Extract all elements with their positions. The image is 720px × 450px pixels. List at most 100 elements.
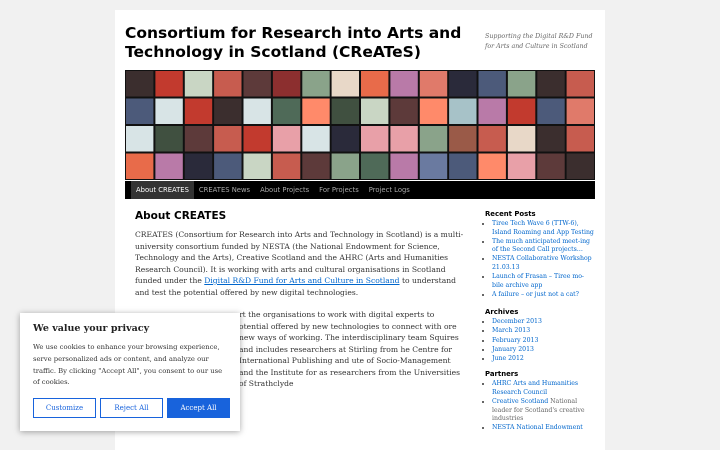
recent-post-item: Tiree Tech Wave 6 (TTW-6), Island Roamin… — [492, 220, 595, 237]
archive-link[interactable]: June 2012 — [492, 355, 524, 362]
archive-link[interactable]: December 2013 — [492, 318, 542, 325]
partner-link[interactable]: NESTA National Endowment — [492, 424, 583, 431]
mosaic-tile — [507, 71, 536, 97]
mosaic-tile — [214, 153, 242, 179]
cookie-message: We use cookies to enhance your browsing … — [33, 343, 223, 387]
reject-all-button[interactable]: Reject All — [100, 398, 163, 418]
sidebar: Recent Posts Tiree Tech Wave 6 (TTW-6), … — [485, 210, 595, 442]
mosaic-tile — [390, 98, 418, 124]
mosaic-tile — [214, 98, 242, 124]
recent-post-link[interactable]: Tiree Tech Wave 6 (TTW-6), Island Roamin… — [492, 220, 594, 236]
mosaic-tile — [331, 98, 359, 124]
archive-link[interactable]: March 2013 — [492, 327, 530, 334]
partner-item: AHRC Arts and Humanities Research Counci… — [492, 380, 595, 397]
recent-posts-widget: Recent Posts Tiree Tech Wave 6 (TTW-6), … — [485, 210, 595, 299]
mosaic-tile — [155, 71, 183, 97]
archives-widget: Archives December 2013 March 2013 Februa… — [485, 308, 595, 363]
mosaic-tile — [302, 126, 330, 152]
cookie-buttons: Customize Reject All Accept All — [33, 398, 230, 418]
mosaic-tile — [449, 153, 477, 179]
mosaic-tile — [126, 71, 154, 97]
recent-posts-title: Recent Posts — [485, 210, 536, 218]
nav-item-about-creates[interactable]: About CREATES — [131, 181, 194, 199]
header-image — [125, 70, 595, 180]
mosaic-tile — [419, 153, 448, 179]
mosaic-tile — [449, 98, 477, 124]
mosaic-tile — [155, 98, 183, 124]
mosaic-tile — [537, 71, 565, 97]
mosaic-tile — [272, 153, 301, 179]
recent-post-link[interactable]: Launch of Frasan – Tiree mo-bile archive… — [492, 273, 584, 289]
mosaic-tile — [272, 71, 301, 97]
archive-item: January 2013 — [492, 346, 595, 355]
mosaic-tile — [566, 153, 594, 179]
main-nav: About CREATES CREATES News About Project… — [125, 181, 595, 199]
archives-title: Archives — [485, 308, 519, 317]
partner-link[interactable]: Creative Scotland — [492, 398, 548, 405]
mosaic-tile — [449, 126, 477, 152]
recent-post-item: A failure – or just not a cat? — [492, 291, 595, 300]
archive-link[interactable]: January 2013 — [492, 346, 534, 353]
mosaic-tile — [214, 71, 242, 97]
header-mosaic-image — [126, 71, 594, 179]
nav-item-creates-news[interactable]: CREATES News — [194, 181, 255, 199]
archive-item: March 2013 — [492, 327, 595, 336]
mosaic-tile — [155, 126, 183, 152]
mosaic-tile — [507, 126, 536, 152]
mosaic-tile — [478, 126, 506, 152]
mosaic-tile — [331, 153, 359, 179]
recent-post-link[interactable]: The much anticipated meet-ing of the Sec… — [492, 238, 590, 254]
mosaic-tile — [478, 71, 506, 97]
recent-post-item: Launch of Frasan – Tiree mo-bile archive… — [492, 273, 595, 290]
recent-post-item: The much anticipated meet-ing of the Sec… — [492, 238, 595, 255]
mosaic-tile — [302, 98, 330, 124]
mosaic-tile — [390, 153, 418, 179]
nav-item-for-projects[interactable]: For Projects — [314, 181, 364, 199]
partner-item: Creative Scotland National leader for Sc… — [492, 398, 595, 424]
accept-all-button[interactable]: Accept All — [167, 398, 230, 418]
mosaic-tile — [449, 71, 477, 97]
mosaic-tile — [302, 153, 330, 179]
recent-post-link[interactable]: A failure – or just not a cat? — [492, 291, 579, 298]
mosaic-tile — [537, 98, 565, 124]
mosaic-tile — [566, 126, 594, 152]
mosaic-tile — [126, 126, 154, 152]
mosaic-tile — [243, 98, 271, 124]
cookie-consent-banner: We value your privacy We use cookies to … — [20, 313, 240, 431]
mosaic-tile — [184, 153, 213, 179]
mosaic-tile — [243, 153, 271, 179]
mosaic-tile — [537, 153, 565, 179]
archive-link[interactable]: February 2013 — [492, 337, 538, 344]
mosaic-tile — [243, 71, 271, 97]
nav-item-about-projects[interactable]: About Projects — [255, 181, 314, 199]
mosaic-tile — [361, 126, 389, 152]
mosaic-tile — [419, 98, 448, 124]
mosaic-tile — [331, 126, 359, 152]
nav-item-project-logs[interactable]: Project Logs — [364, 181, 415, 199]
partner-item: NESTA National Endowment — [492, 424, 595, 433]
mosaic-tile — [507, 153, 536, 179]
cookie-title: We value your privacy — [33, 323, 150, 334]
mosaic-tile — [478, 98, 506, 124]
mosaic-tile — [302, 71, 330, 97]
mosaic-tile — [126, 98, 154, 124]
mosaic-tile — [155, 153, 183, 179]
partners-widget: Partners AHRC Arts and Humanities Resear… — [485, 370, 595, 433]
partner-link[interactable]: AHRC Arts and Humanities Research Counci… — [492, 380, 578, 396]
intro-paragraph: CREATES (Consortium for Research into Ar… — [135, 230, 464, 297]
mosaic-tile — [214, 126, 242, 152]
archive-item: December 2013 — [492, 318, 595, 327]
site-description: Supporting the Digital R&D Fund for Arts… — [485, 33, 593, 50]
mosaic-tile — [566, 98, 594, 124]
digital-rd-fund-link[interactable]: Digital R&D Fund for Arts and Culture in… — [204, 276, 399, 285]
mosaic-tile — [361, 71, 389, 97]
mosaic-tile — [184, 71, 213, 97]
recent-post-link[interactable]: NESTA Collaborative Workshop 21.03.13 — [492, 255, 592, 271]
page-title: About CREATES — [135, 210, 227, 222]
site-title[interactable]: Consortium for Research into Arts and Te… — [125, 24, 470, 62]
archive-item: June 2012 — [492, 355, 595, 364]
mosaic-tile — [126, 153, 154, 179]
mosaic-tile — [361, 153, 389, 179]
mosaic-tile — [390, 126, 418, 152]
customize-button[interactable]: Customize — [33, 398, 96, 418]
